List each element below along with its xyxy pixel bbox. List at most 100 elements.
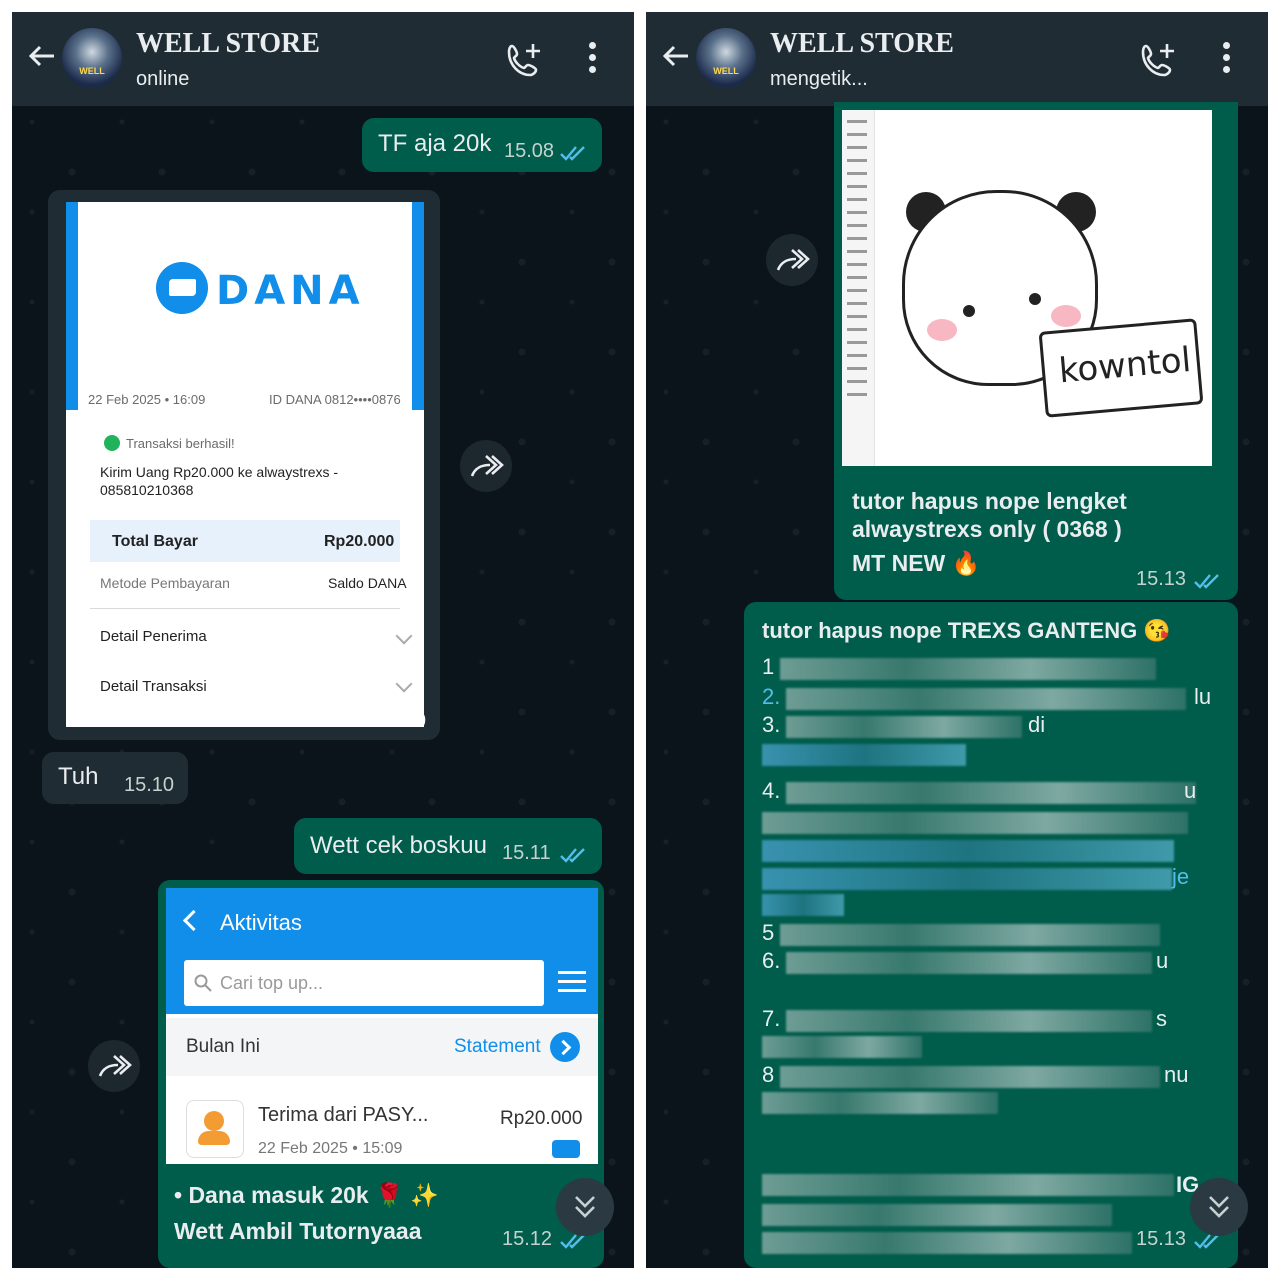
blurred-text — [786, 716, 1022, 738]
message-text: alwaystrexs only ( 0368 ) — [852, 516, 1122, 542]
panda-sign: kowntol — [1038, 318, 1204, 418]
dana-badge-icon — [552, 1140, 580, 1158]
message-bubble-outgoing[interactable]: TF aja 20k 15.08 — [362, 118, 602, 172]
chevron-right-icon — [550, 1032, 580, 1062]
divider — [90, 608, 400, 609]
blurred-text — [780, 924, 1160, 946]
message-time: 15.13 — [1136, 1228, 1187, 1250]
sticker-screenshot-image[interactable]: kowntol — [842, 110, 1212, 466]
text-fragment: lu — [1194, 684, 1212, 709]
month-row: Bulan Ini Statement — [166, 1018, 598, 1076]
month-label: Bulan Ini — [186, 1036, 260, 1057]
contact-avatar[interactable]: WELL — [696, 28, 756, 88]
message-time: 15.10 — [124, 774, 175, 796]
message-bubble-outgoing[interactable]: Wett cek boskuu 15.11 — [294, 818, 602, 874]
blurred-text — [780, 658, 1156, 680]
list-number: 8 — [762, 1062, 775, 1087]
text-fragment: u — [1184, 778, 1197, 803]
contact-status: online — [136, 68, 190, 90]
message-text: MT NEW 🔥 — [852, 550, 981, 576]
search-placeholder: Cari top up... — [220, 973, 324, 993]
blurred-text — [786, 952, 1152, 974]
blurred-link[interactable] — [762, 868, 1172, 890]
message-time: 15.11 — [502, 842, 551, 864]
more-options-icon[interactable] — [586, 42, 598, 76]
message-time: 15.08 — [504, 140, 555, 162]
blurred-text — [780, 1066, 1160, 1088]
dana-receipt-image[interactable]: DANA 22 Feb 2025 • 16:09 ID DANA 0812•••… — [66, 202, 424, 727]
receipt-phone: 085810210368 — [100, 482, 194, 498]
transaction-amount: Rp20.000 — [500, 1108, 583, 1129]
dana-logo-icon — [156, 262, 208, 314]
back-arrow-icon[interactable] — [26, 40, 58, 72]
list-number: 1 — [762, 654, 775, 679]
text-fragment: nu — [1164, 1062, 1189, 1087]
avatar-label: WELL — [79, 66, 105, 76]
blurred-text — [786, 688, 1186, 710]
contact-name[interactable]: WELL STORE — [770, 28, 954, 60]
forward-icon[interactable] — [766, 234, 818, 286]
read-ticks-icon — [560, 848, 585, 863]
message-bubble-incoming[interactable]: Tuh 15.10 — [42, 752, 188, 804]
contact-avatar[interactable]: WELL — [62, 28, 122, 88]
message-title: tutor hapus nope TREXS GANTENG 😘 — [762, 618, 1171, 643]
receipt-dana-id: ID DANA 0812••••0876 — [269, 392, 401, 407]
blurred-text — [762, 1174, 1174, 1196]
receive-money-icon — [186, 1100, 244, 1158]
add-call-icon[interactable] — [504, 40, 544, 80]
list-number: 5 — [762, 920, 775, 945]
read-ticks-icon — [560, 146, 585, 161]
success-check-icon — [104, 435, 120, 451]
text-fragment: u — [1156, 948, 1169, 973]
blurred-text — [762, 1232, 1132, 1254]
chat-header: WELL WELL STORE mengetik... — [646, 12, 1268, 106]
text-fragment: di — [1028, 712, 1046, 737]
left-chat-screen: WELL WELL STORE online TF aja 20k 15.08 … — [12, 12, 634, 1268]
transaction-date: 22 Feb 2025 • 15:09 — [258, 1140, 403, 1157]
receipt-description: Kirim Uang Rp20.000 ke alwaystrexs - — [100, 464, 339, 480]
blurred-link[interactable] — [762, 744, 966, 766]
panda-blush — [927, 319, 957, 341]
right-chat-screen: WELL WELL STORE mengetik... kowntol tuto… — [646, 12, 1268, 1268]
blurred-text — [762, 1092, 998, 1114]
message-text: Wett cek boskuu — [310, 832, 487, 859]
contact-name[interactable]: WELL STORE — [136, 28, 320, 60]
message-text: Wett Ambil Tutornyaaa — [174, 1218, 422, 1244]
text-fragment: s — [1156, 1006, 1167, 1031]
payment-method-value: Saldo DANA — [328, 575, 407, 591]
scroll-to-bottom-icon[interactable] — [1190, 1178, 1248, 1236]
add-call-icon[interactable] — [1138, 40, 1178, 80]
more-options-icon[interactable] — [1220, 42, 1232, 76]
blurred-text — [786, 782, 1196, 804]
receipt-date: 22 Feb 2025 • 16:09 — [88, 392, 206, 407]
forward-icon[interactable] — [88, 1040, 140, 1092]
recipient-detail: Detail Penerima — [100, 628, 207, 645]
forward-icon[interactable] — [460, 440, 512, 492]
message-text: Tuh — [58, 763, 99, 790]
read-ticks-icon — [1194, 574, 1219, 589]
list-number: 7. — [762, 1006, 781, 1031]
blurred-link[interactable] — [762, 840, 1174, 862]
statement-link: Statement — [454, 1036, 541, 1057]
total-label: Total Bayar — [112, 533, 198, 550]
back-arrow-icon[interactable] — [660, 40, 692, 72]
avatar-label: WELL — [713, 66, 739, 76]
receipt-status: Transaksi berhasil! — [126, 436, 235, 451]
list-number: 6. — [762, 948, 781, 973]
screenshot-sidebar — [842, 110, 875, 466]
text-fragment: je — [1172, 864, 1190, 889]
payment-method-label: Metode Pembayaran — [100, 575, 230, 591]
panda-blush — [1051, 305, 1081, 327]
list-number: 4. — [762, 778, 781, 803]
panda-eye — [963, 305, 975, 317]
activity-title: Aktivitas — [220, 910, 302, 935]
blurred-link[interactable] — [762, 894, 844, 916]
contact-status: mengetik... — [770, 68, 868, 90]
blurred-text — [762, 1204, 1112, 1226]
list-number: 2. — [762, 684, 781, 709]
back-chevron-icon — [182, 909, 205, 932]
scroll-to-bottom-icon[interactable] — [556, 1178, 614, 1236]
blurred-text — [762, 812, 1188, 834]
chat-header: WELL WELL STORE online — [12, 12, 634, 106]
dana-activity-screenshot[interactable]: Aktivitas Cari top up... Bulan Ini State… — [166, 888, 598, 1164]
